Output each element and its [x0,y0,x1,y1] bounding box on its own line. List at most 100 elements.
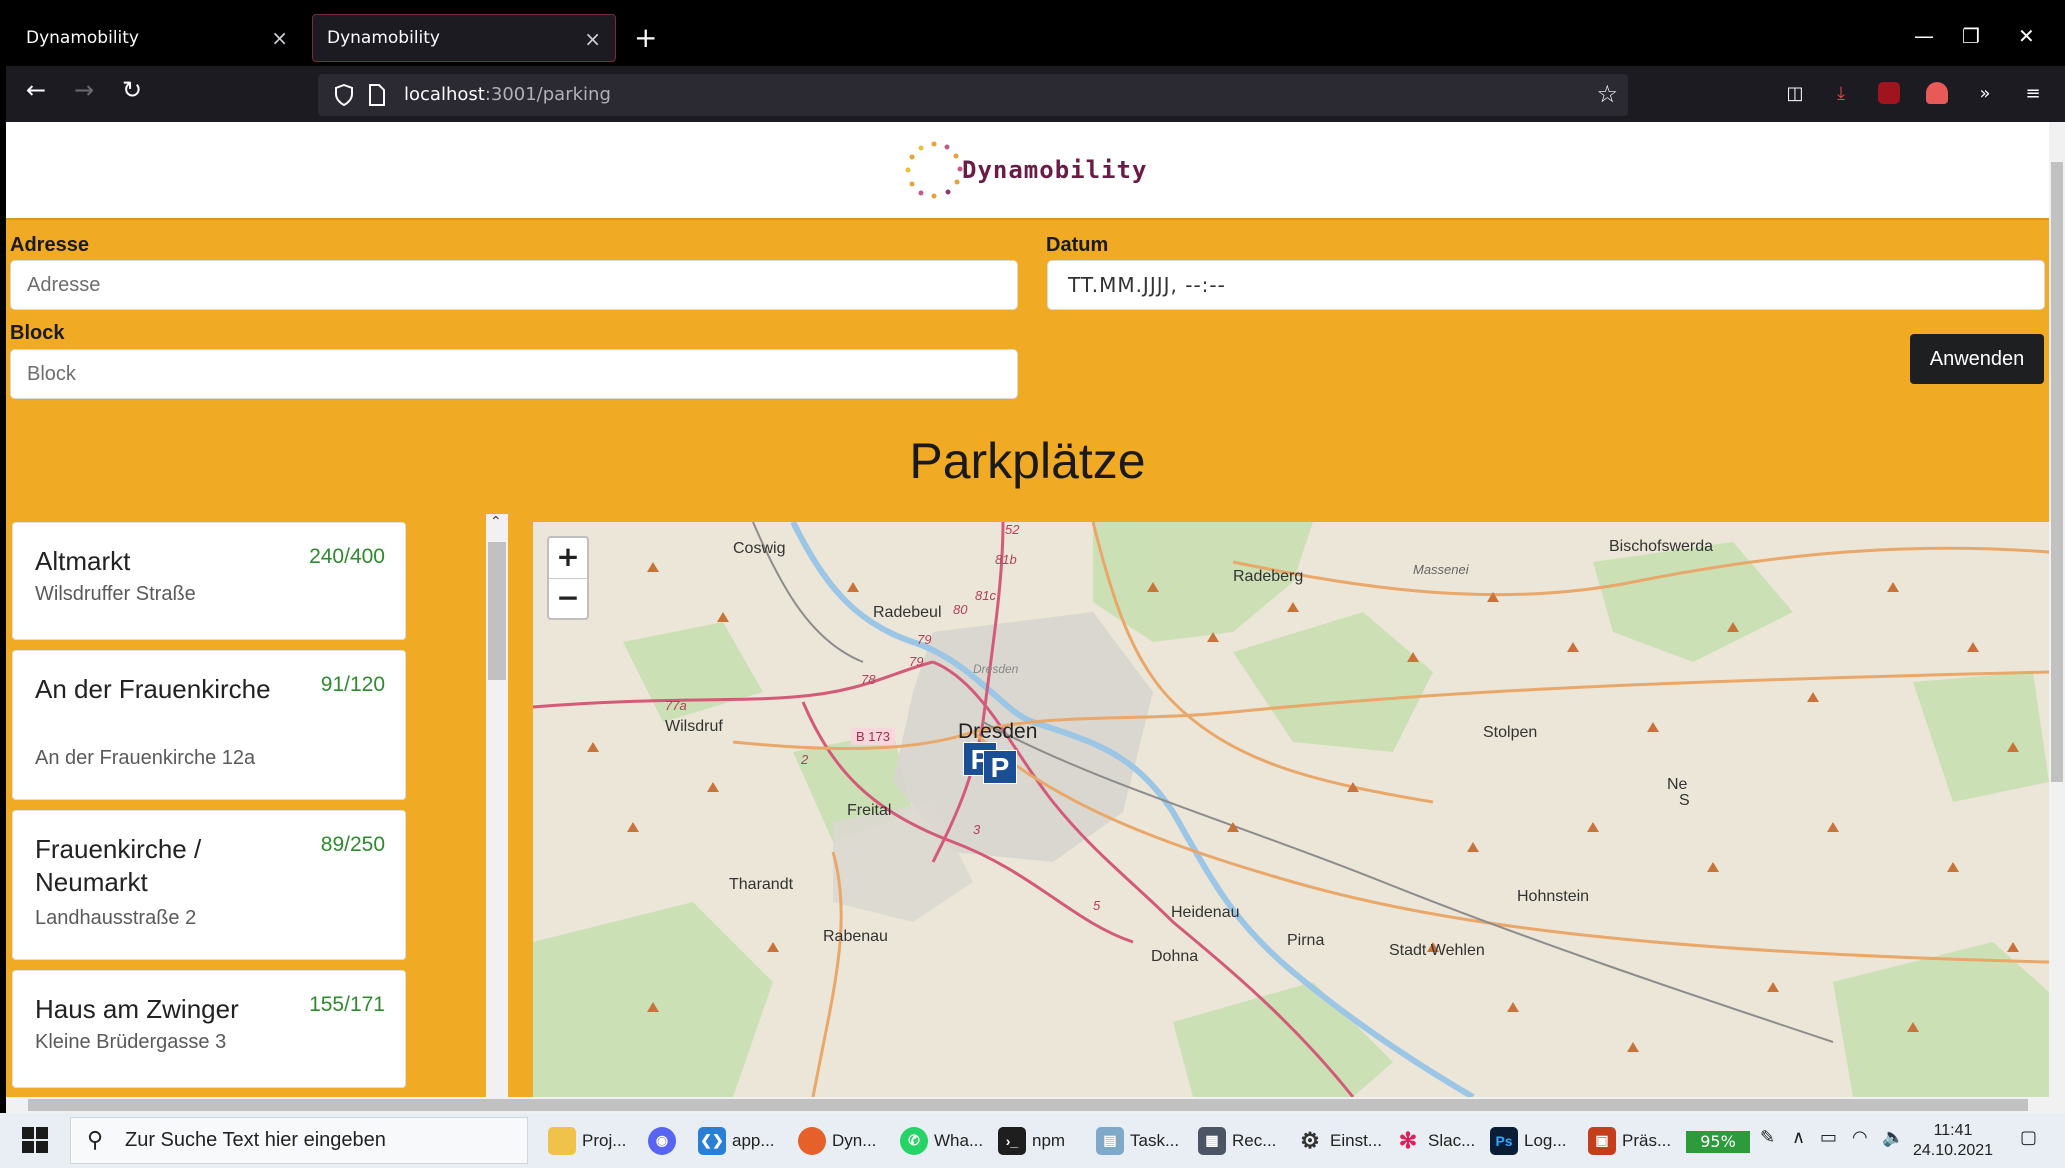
new-tab-icon[interactable]: + [634,24,657,52]
map-place-label: Heidenau [1171,904,1240,921]
map-place-label: S [1679,792,1690,809]
clock-date: 24.10.2021 [1912,1142,1994,1159]
taskbar-clock[interactable]: 11:41 24.10.2021 [1908,1121,1998,1161]
menu-icon[interactable]: ≡ [2020,80,2046,106]
list-item[interactable]: Altmarkt Wilsdruffer Straße 240/400 [12,522,406,640]
list-scrollbar[interactable]: ⌃ [486,514,508,1097]
zoom-in-button[interactable]: + [549,538,587,578]
block-input[interactable] [10,349,1018,399]
back-icon[interactable]: ← [26,78,46,102]
browser-tab-active[interactable]: Dynamobility × [312,14,616,62]
map-place-label: Tharandt [729,876,794,893]
screen: Dynamobility × Dynamobility × + — ❐ ✕ ← … [0,0,2065,1168]
parking-marker[interactable]: P [983,750,1017,784]
road-label: 80 [953,602,968,617]
scroll-up-icon[interactable]: ⌃ [490,514,502,530]
address-input[interactable] [10,260,1018,310]
close-icon[interactable]: × [271,26,288,50]
battery-icon[interactable]: ▭ [1820,1127,1837,1148]
tab-title: Dynamobility [327,28,440,48]
horizontal-scrollbar[interactable] [6,1097,2065,1113]
zoom-out-button[interactable]: − [549,578,587,618]
taskbar-item-slack[interactable]: ✻ Slac... [1394,1119,1475,1162]
close-window-icon[interactable]: ✕ [2018,24,2035,48]
notification-icon[interactable]: ▢ [2020,1127,2037,1148]
taskbar-item-terminal[interactable]: ›_ npm [998,1119,1065,1162]
taskbar-item-vscode[interactable]: ❮❯ app... [698,1119,775,1162]
restore-icon[interactable]: ❐ [1962,24,1980,48]
map-place-label: Radeberg [1233,568,1304,585]
map-place-label: Stolpen [1483,724,1538,741]
calculator-icon: ▦ [1198,1126,1226,1155]
scrollbar-thumb[interactable] [28,1099,2028,1111]
road-label: 81b [995,552,1017,567]
minimize-icon[interactable]: — [1914,24,1934,48]
slack-icon: ✻ [1398,1127,1418,1153]
road-label: 79 [909,654,924,669]
taskbar-item-explorer[interactable]: Proj... [548,1119,626,1162]
presentation-icon: ▣ [1588,1126,1616,1155]
reload-icon[interactable]: ↻ [122,78,142,102]
zoom-control: + − [547,536,589,620]
bookmark-star-icon[interactable]: ☆ [1596,80,1618,108]
map-place-label: Radebeul [873,604,942,621]
road-label: B 173 [851,728,895,745]
forward-icon[interactable]: → [74,78,94,102]
firefox-icon [798,1126,826,1155]
apply-button[interactable]: Anwenden [1910,334,2044,384]
date-input[interactable]: TT.MM.JJJJ, --:-- [1047,260,2045,310]
taskbar-search[interactable]: ⚲ Zur Suche Text hier eingeben [70,1117,528,1164]
more-tools-icon[interactable]: » [1972,80,1998,106]
section-title: Parkplätze [909,433,1146,489]
taskbar: ⚲ Zur Suche Text hier eingeben Proj... ◉… [0,1113,2065,1168]
url-bar[interactable]: localhost:3001/parking ☆ [318,74,1628,116]
privacy-badger-icon[interactable] [1924,80,1950,106]
wifi-icon[interactable]: ◠ [1852,1127,1868,1148]
photoshop-icon: Ps [1490,1126,1518,1155]
folder-icon [548,1126,576,1155]
map-place-label: Wilsdruf [665,718,723,735]
scrollbar-thumb[interactable] [2051,162,2063,782]
battery-indicator[interactable]: 95% [1686,1131,1750,1153]
list-item[interactable]: Frauenkirche / Neumarkt Landhausstraße 2… [12,810,406,960]
volume-icon[interactable]: 🔈 [1882,1127,1904,1148]
pen-icon[interactable]: ✎ [1760,1127,1775,1148]
scrollbar-thumb[interactable] [488,542,506,680]
road-label: 78 [861,672,876,687]
map-place-label: Rabenau [823,928,888,945]
taskbar-item-discord[interactable]: ◉ [648,1119,682,1162]
list-item[interactable]: An der Frauenkirche An der Frauenkirche … [12,650,406,800]
windows-start-icon[interactable] [22,1127,48,1153]
ublock-icon[interactable] [1876,80,1902,106]
page-content: Dynamobility Adresse Datum TT.MM.JJJJ, -… [6,122,2049,1097]
browser-nav-bar: ← → ↻ localhost:3001/parking ☆ ◫ ⤓ » ≡ [6,66,2065,122]
map[interactable]: + − Coswig Radebeul Radeberg Massenei Bi… [533,522,2049,1097]
date-label: Datum [1046,234,1109,256]
pocket-icon[interactable]: ◫ [1782,80,1808,106]
search-placeholder: Zur Suche Text hier eingeben [125,1129,386,1151]
taskbar-item-whatsapp[interactable]: ✆ Wha... [900,1119,983,1162]
browser-tab-bar: Dynamobility × Dynamobility × + — ❐ ✕ [6,6,2065,66]
map-place-label: Freital [847,802,892,819]
browser-tab[interactable]: Dynamobility × [12,14,302,62]
url-text: localhost:3001/parking [404,84,611,105]
chevron-up-icon[interactable]: ∧ [1792,1127,1805,1148]
search-icon: ⚲ [87,1127,104,1152]
close-icon[interactable]: × [584,27,601,51]
taskbar-item-firefox[interactable]: Dyn... [798,1119,876,1162]
whatsapp-icon: ✆ [900,1126,928,1155]
task-manager-icon: ▤ [1096,1126,1124,1155]
taskbar-item-photoshop[interactable]: Ps Log... [1490,1119,1567,1162]
parking-name: Altmarkt [35,546,131,576]
parking-occupancy: 155/171 [309,993,385,1016]
taskbar-item-taskmanager[interactable]: ▤ Task... [1096,1119,1179,1162]
page-scrollbar[interactable] [2049,122,2065,1097]
taskbar-item-powerpoint[interactable]: ▣ Präs... [1588,1119,1671,1162]
tab-title: Dynamobility [26,28,139,48]
list-item[interactable]: Haus am Zwinger Kleine Brüdergasse 3 155… [12,970,406,1088]
taskbar-item-settings[interactable]: ⚙ Einst... [1296,1119,1382,1162]
map-place-label: Hohnstein [1517,888,1590,905]
parking-occupancy: 240/400 [309,545,385,568]
download-icon[interactable]: ⤓ [1828,80,1854,106]
taskbar-item-calculator[interactable]: ▦ Rec... [1198,1119,1276,1162]
